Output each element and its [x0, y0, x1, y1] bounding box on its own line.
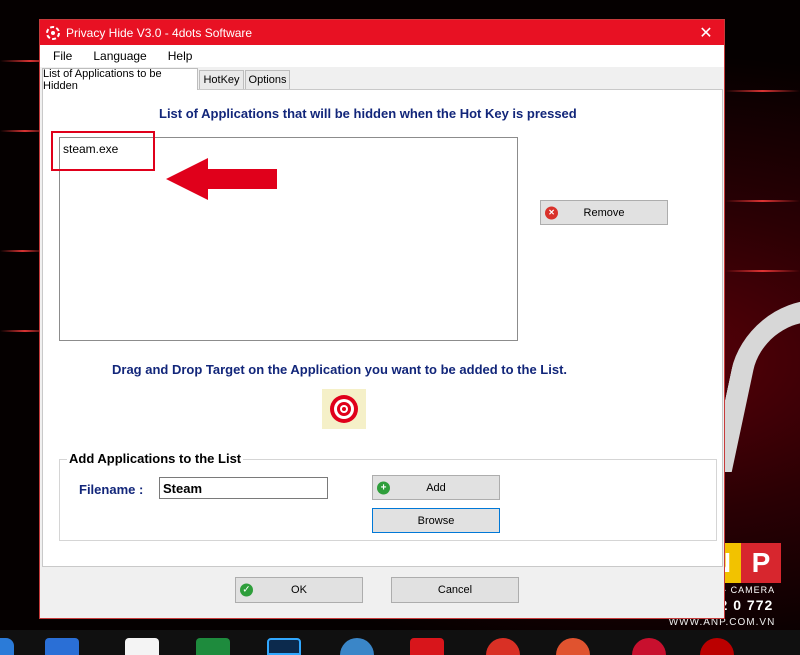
tab-options[interactable]: Options: [245, 70, 290, 89]
filename-input[interactable]: [159, 477, 328, 499]
taskbar-app-icon[interactable]: [0, 638, 14, 655]
taskbar-app-icon[interactable]: [125, 638, 159, 655]
privacy-hide-window: Privacy Hide V3.0 - 4dots Software ✕ Fil…: [39, 19, 725, 619]
ok-button[interactable]: ✓ OK: [235, 577, 363, 603]
tab-applications-list[interactable]: List of Applications to be Hidden: [42, 68, 198, 92]
filename-label: Filename :: [79, 482, 144, 497]
remove-icon: ×: [545, 206, 558, 219]
taskbar-app-icon[interactable]: [196, 638, 230, 655]
watermark-letter: P: [741, 543, 781, 583]
drag-drop-heading: Drag and Drop Target on the Application …: [112, 362, 568, 377]
taskbar-app-icon[interactable]: [556, 638, 590, 655]
annotation-arrow-icon: [166, 158, 277, 200]
add-icon: +: [377, 481, 390, 494]
taskbar-app-icon[interactable]: [700, 638, 734, 655]
window-title: Privacy Hide V3.0 - 4dots Software: [66, 25, 253, 40]
close-window-button[interactable]: ✕: [688, 20, 724, 45]
taskbar-app-icon[interactable]: [340, 638, 374, 655]
bullseye-target-icon: [330, 395, 358, 423]
list-heading: List of Applications that will be hidden…: [159, 106, 577, 121]
app-logo-icon: [46, 25, 60, 40]
title-bar[interactable]: Privacy Hide V3.0 - 4dots Software ✕: [40, 20, 724, 45]
taskbar-app-icon[interactable]: [486, 638, 520, 655]
menu-help[interactable]: Help: [155, 49, 201, 63]
browse-button-label: Browse: [417, 514, 455, 527]
add-button-label: Add: [426, 481, 446, 494]
add-group-title: Add Applications to the List: [67, 451, 244, 466]
browse-button[interactable]: Browse: [372, 508, 500, 533]
menu-bar: File Language Help: [40, 45, 724, 67]
background-streak: [725, 270, 800, 272]
cancel-button[interactable]: Cancel: [391, 577, 519, 603]
remove-button-label: Remove: [583, 206, 625, 219]
tab-hotkey[interactable]: HotKey: [199, 70, 244, 89]
annotation-highlight-box: [51, 131, 155, 171]
tab-strip: List of Applications to be Hidden HotKey…: [40, 67, 724, 92]
cancel-button-label: Cancel: [437, 584, 473, 596]
taskbar-app-icon[interactable]: [632, 638, 666, 655]
taskbar-app-icon[interactable]: [45, 638, 79, 655]
add-button[interactable]: + Add: [372, 475, 500, 500]
background-streak: [725, 90, 800, 92]
applications-panel: List of Applications that will be hidden…: [42, 89, 723, 567]
ok-check-icon: ✓: [240, 583, 253, 597]
menu-language[interactable]: Language: [80, 49, 154, 63]
menu-file[interactable]: File: [40, 49, 80, 63]
taskbar-app-icon[interactable]: [267, 638, 301, 655]
remove-button[interactable]: × Remove: [540, 200, 668, 225]
drag-target[interactable]: [322, 389, 366, 429]
ok-button-label: OK: [291, 584, 307, 596]
background-streak: [725, 200, 800, 202]
taskbar: [0, 630, 800, 655]
taskbar-app-icon[interactable]: [410, 638, 444, 655]
